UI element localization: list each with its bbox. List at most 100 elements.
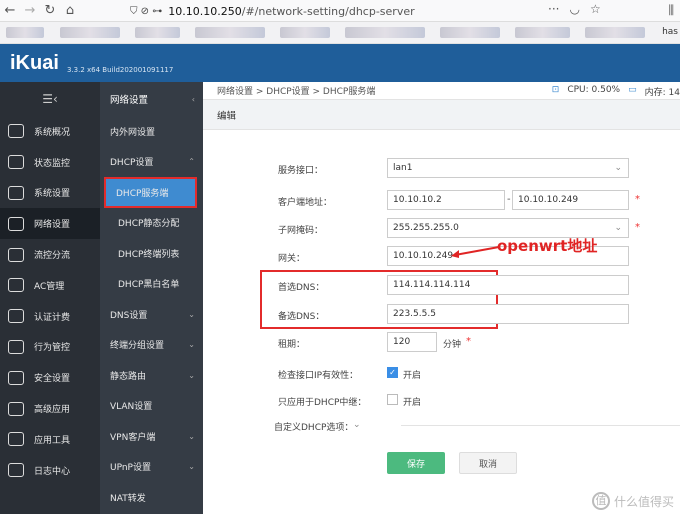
relay-only-checkbox[interactable] bbox=[387, 394, 398, 405]
dns1-label: 首选DNS： bbox=[278, 283, 325, 293]
sidebar-item-label: 日志中心 bbox=[34, 466, 71, 477]
submenu-item[interactable]: NAT转发 bbox=[100, 482, 203, 513]
range-end-value: 10.10.10.249 bbox=[518, 195, 579, 205]
dns1-value: 114.114.114.114 bbox=[393, 280, 471, 290]
form-row-lease: 租期： 120 分钟 * bbox=[203, 332, 680, 352]
submenu-item-label: DHCP黑白名单 bbox=[118, 280, 180, 291]
bookmarks-bar: has bbox=[0, 22, 680, 44]
lease-value: 120 bbox=[393, 337, 411, 347]
speedometer-icon bbox=[8, 124, 24, 139]
sidebar-item[interactable]: 状态监控 bbox=[0, 147, 100, 178]
form-row-dns2: 备选DNS： 223.5.5.5 bbox=[203, 304, 680, 324]
sidebar-item[interactable]: AC管理 bbox=[0, 270, 100, 301]
form-row-custom-options[interactable]: 自定义DHCP选项： ⌄ bbox=[203, 415, 680, 435]
sliders-icon bbox=[8, 247, 24, 262]
sidebar-item[interactable]: 高级应用 bbox=[0, 393, 100, 424]
monitor-chart-icon bbox=[8, 155, 24, 170]
breadcrumb: 网络设置 > DHCP设置 > DHCP服务端 ⊡ CPU: 0.50% ▭ 内… bbox=[203, 82, 680, 100]
bookmark-star-icon[interactable]: ☆ bbox=[590, 2, 601, 16]
submenu-item[interactable]: 静态路由 ⌄ bbox=[100, 360, 203, 391]
mask-value: 255.255.255.0 bbox=[393, 223, 459, 233]
sidebar-item[interactable]: 系统设置 bbox=[0, 178, 100, 209]
range-dash: - bbox=[507, 194, 511, 205]
dns2-input[interactable]: 223.5.5.5 bbox=[387, 304, 629, 324]
submenu-item-label: DHCP静态分配 bbox=[118, 219, 180, 230]
submenu-item[interactable]: DHCP终端列表 bbox=[100, 238, 203, 269]
id-card-icon bbox=[8, 309, 24, 324]
watermark: 值 什么值得买 bbox=[591, 492, 674, 510]
breadcrumb-text: 网络设置 > DHCP设置 > DHCP服务端 bbox=[217, 87, 376, 97]
document-icon bbox=[8, 463, 24, 478]
sidebar-item[interactable]: 应用工具 bbox=[0, 424, 100, 455]
submenu-item[interactable]: DHCP黑白名单 bbox=[100, 269, 203, 300]
library-icon[interactable]: ⫼ bbox=[668, 3, 674, 18]
menu-collapse-icon[interactable]: ☰‹ bbox=[0, 82, 100, 116]
submenu-item-label: DHCP终端列表 bbox=[118, 249, 180, 260]
dns1-input[interactable]: 114.114.114.114 bbox=[387, 275, 629, 295]
submenu: 网络设置 ‹ 内外网设置 DHCP设置 ⌃ DHCP服务端 DHCP静态分配 DHCP终端… bbox=[100, 82, 203, 514]
form-row-dns1: 首选DNS： 114.114.114.114 bbox=[203, 275, 680, 295]
submenu-item-label: NAT转发 bbox=[110, 493, 146, 504]
cpu-icon: ⊡ bbox=[551, 85, 560, 95]
gateway-label: 网关： bbox=[278, 254, 306, 264]
required-mark: * bbox=[635, 194, 640, 205]
back-icon[interactable]: ← bbox=[0, 3, 20, 18]
lease-label: 租期： bbox=[278, 340, 306, 350]
watermark-logo: 值 bbox=[591, 492, 610, 510]
sidebar-item[interactable]: 安全设置 bbox=[0, 362, 100, 393]
network-icon bbox=[8, 216, 24, 231]
sidebar-item[interactable]: 流控分流 bbox=[0, 239, 100, 270]
chevron-up-icon: ⌃ bbox=[188, 157, 195, 167]
forward-icon[interactable]: → bbox=[20, 3, 40, 18]
lease-input[interactable]: 120 bbox=[387, 332, 437, 352]
sidebar-item[interactable]: 网络设置 bbox=[0, 208, 100, 240]
chevron-down-icon: ⌄ bbox=[188, 340, 195, 350]
submenu-item[interactable]: 终端分组设置 ⌄ bbox=[100, 330, 203, 361]
url-host: 10.10.10.250 bbox=[168, 4, 242, 18]
submenu-item[interactable]: VPN客户端 ⌄ bbox=[100, 421, 203, 452]
form-row-relay-only: 只应用于DHCP中继： 开启 bbox=[203, 390, 680, 410]
sidebar-item-label: 应用工具 bbox=[34, 435, 71, 446]
interface-select[interactable]: lan1 ⌄ bbox=[387, 158, 629, 178]
submenu-item[interactable]: DHCP设置 ⌃ bbox=[100, 147, 203, 178]
submenu-header[interactable]: 网络设置 ‹ bbox=[100, 82, 203, 116]
submenu-item[interactable]: UPnP设置 ⌄ bbox=[100, 452, 203, 483]
chevron-down-icon: ⌄ bbox=[188, 309, 195, 319]
submenu-item-label: 内外网设置 bbox=[110, 127, 156, 138]
required-mark: * bbox=[635, 222, 640, 233]
mask-label: 子网掩码： bbox=[278, 226, 324, 236]
submenu-item[interactable]: DHCP服务端 bbox=[104, 177, 197, 208]
save-button[interactable]: 保存 bbox=[387, 452, 445, 474]
sidebar-item[interactable]: 认证计费 bbox=[0, 301, 100, 332]
sidebar-item[interactable]: 系统概况 bbox=[0, 116, 100, 147]
submenu-item[interactable]: 内外网设置 bbox=[100, 116, 203, 147]
sidebar-item-label: 流控分流 bbox=[34, 251, 71, 262]
form-row-mask: 子网掩码： 255.255.255.0 ⌄ * bbox=[203, 218, 680, 238]
cancel-button[interactable]: 取消 bbox=[459, 452, 517, 474]
submenu-item[interactable]: VLAN设置 bbox=[100, 391, 203, 422]
check-interface-checkbox[interactable]: ✓ bbox=[387, 367, 398, 378]
client-range-label: 客户端地址： bbox=[278, 198, 333, 208]
apps-icon bbox=[8, 432, 24, 447]
form-row-check-interface: 检查接口IP有效性： ✓ 开启 bbox=[203, 363, 680, 383]
more-dots-icon[interactable]: ··· bbox=[548, 2, 559, 16]
submenu-item[interactable]: DNS设置 ⌄ bbox=[100, 299, 203, 330]
range-end-input[interactable]: 10.10.10.249 bbox=[512, 190, 629, 210]
range-start-input[interactable]: 10.10.10.2 bbox=[387, 190, 505, 210]
memory-icon: ▭ bbox=[628, 85, 637, 95]
pocket-icon[interactable]: ◡ bbox=[569, 2, 579, 16]
sidebar-item[interactable]: 日志中心 bbox=[0, 455, 100, 486]
swap-arrows-icon bbox=[8, 339, 24, 354]
version-text: 3.3.2 x64 Build202001091117 bbox=[67, 66, 174, 74]
reload-icon[interactable]: ↻ bbox=[40, 3, 60, 18]
address-bar[interactable]: ⛉ ⊘ ⊶ 10.10.10.250 /#/network-setting/dh… bbox=[130, 2, 620, 20]
chevron-left-icon[interactable]: ‹ bbox=[192, 95, 195, 104]
submenu-item[interactable]: DHCP静态分配 bbox=[100, 208, 203, 239]
home-icon[interactable]: ⌂ bbox=[60, 3, 80, 18]
sidebar-item-label: 网络设置 bbox=[34, 220, 71, 231]
submenu-item-label: UPnP设置 bbox=[110, 463, 151, 474]
required-mark: * bbox=[466, 336, 471, 347]
relay-only-label: 只应用于DHCP中继： bbox=[278, 398, 367, 408]
chevron-down-icon[interactable]: ⌄ bbox=[353, 420, 361, 430]
sidebar-item[interactable]: 行为管控 bbox=[0, 332, 100, 363]
